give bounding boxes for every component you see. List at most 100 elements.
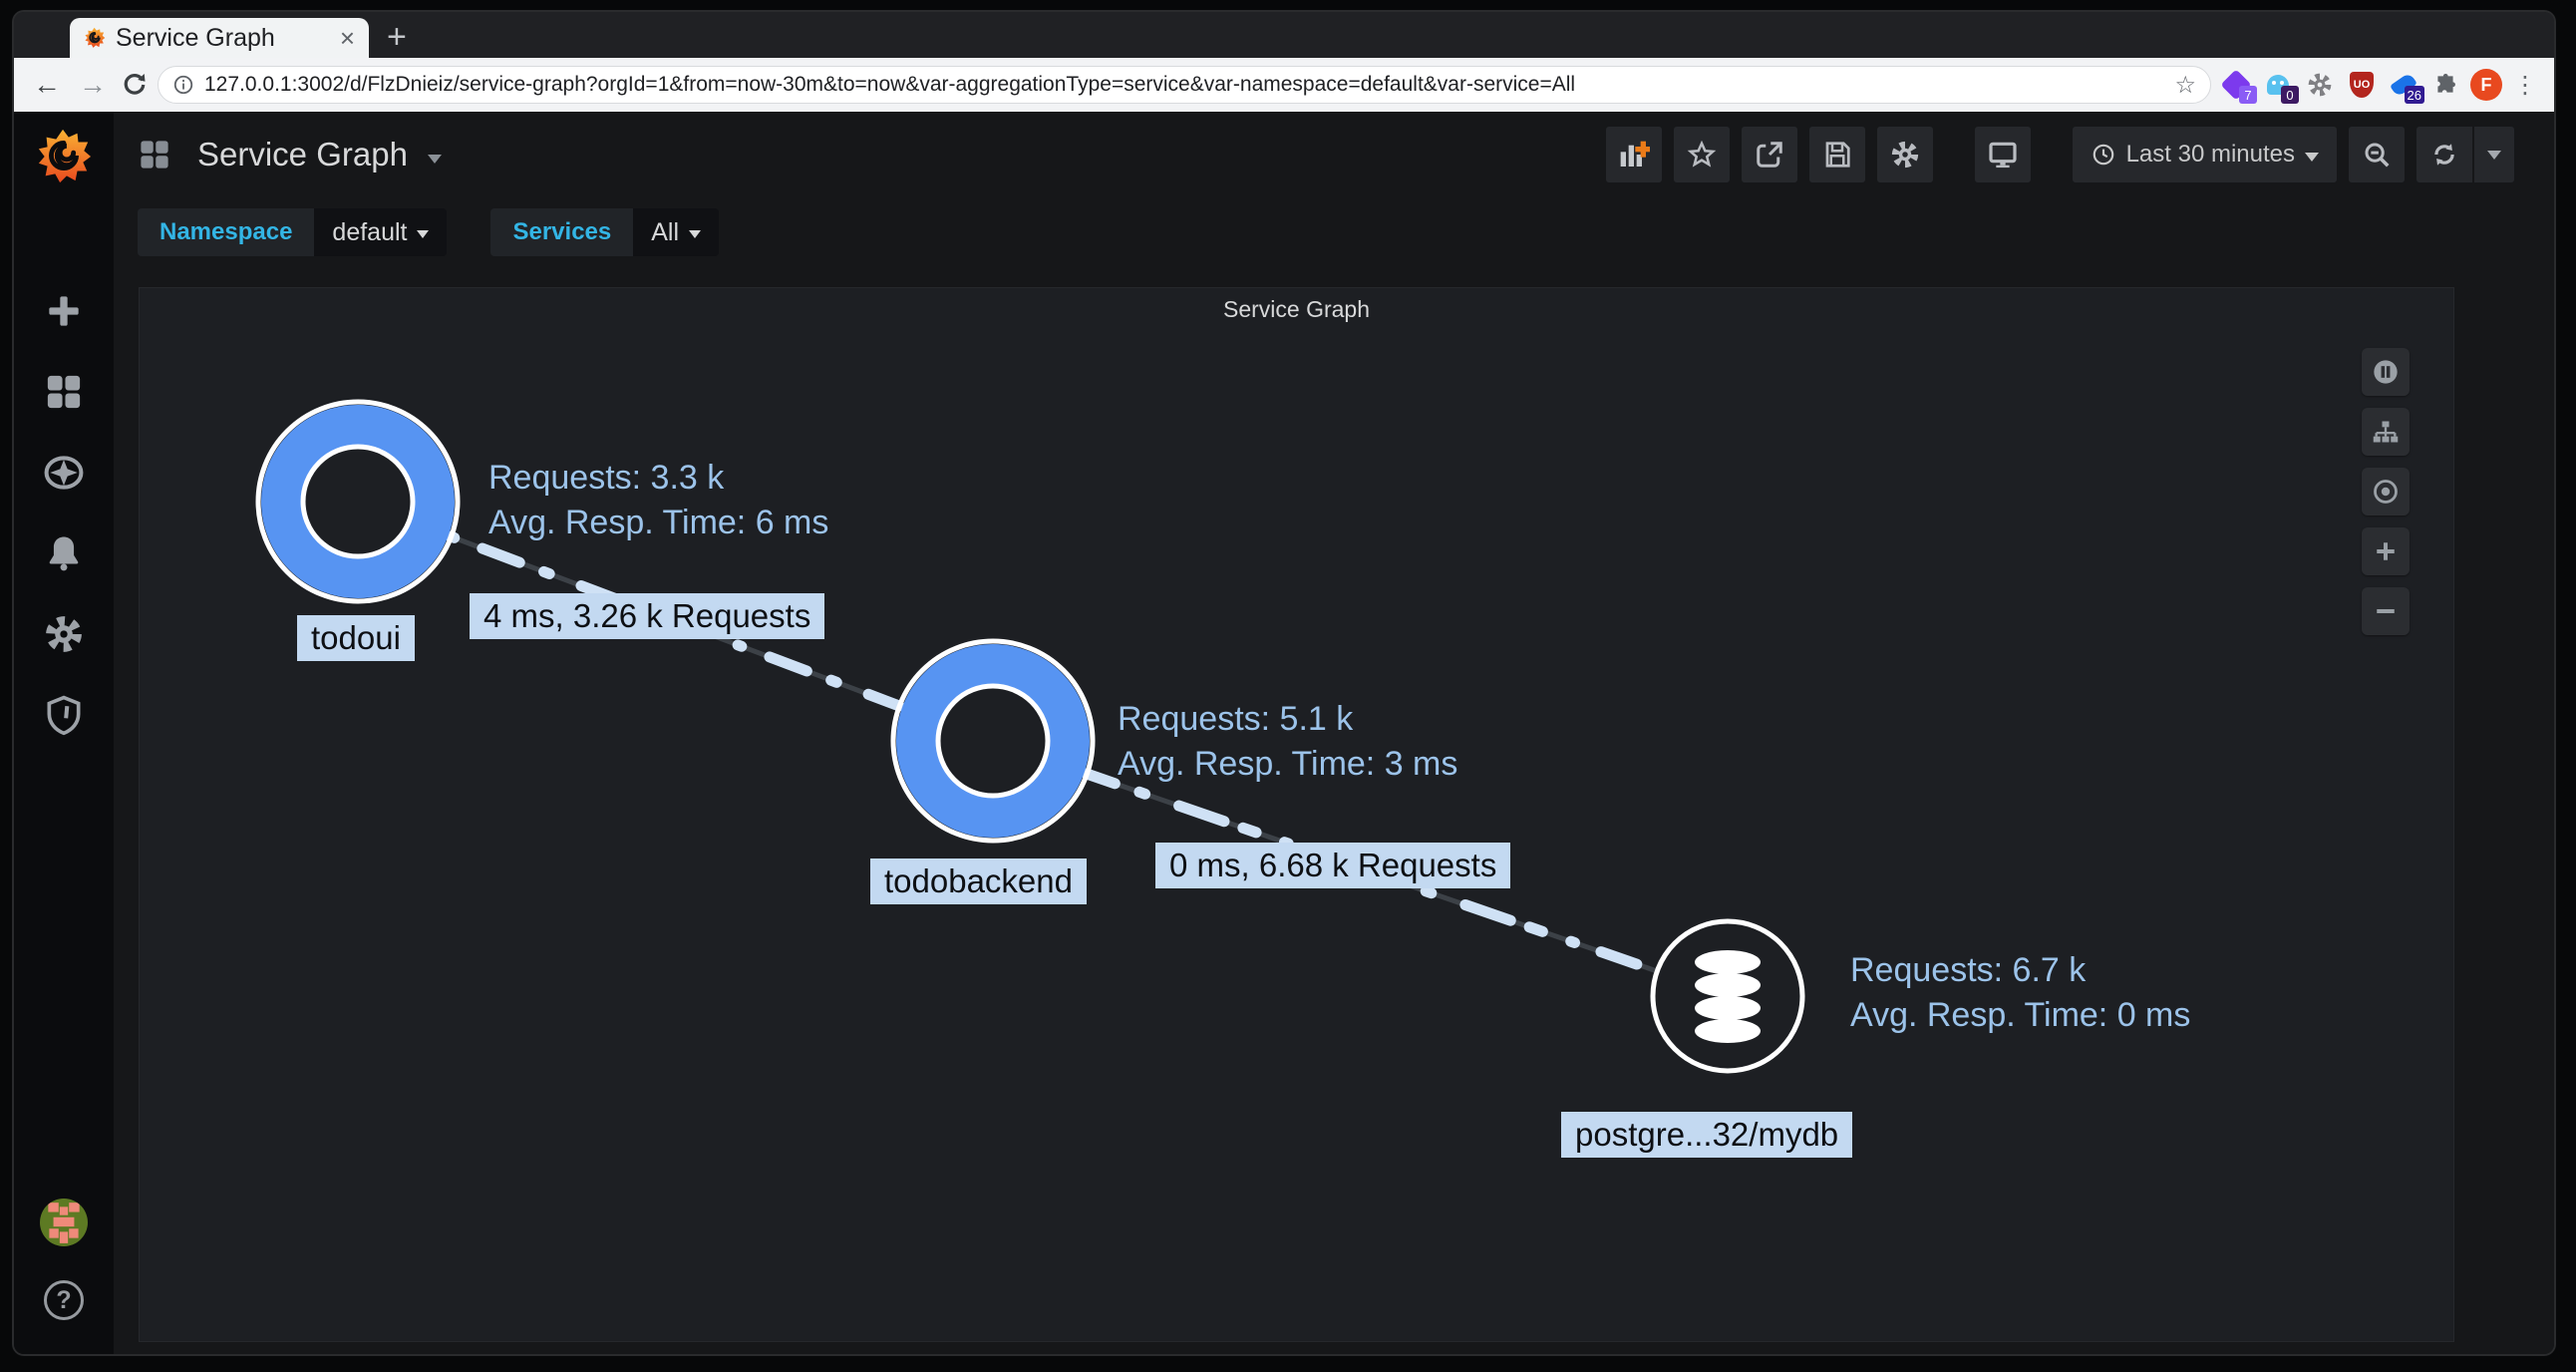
zoom-out-time-button[interactable] (2349, 127, 2405, 182)
time-range-label: Last 30 minutes (2126, 141, 2295, 169)
clock-icon (2091, 142, 2116, 168)
bell-icon (42, 531, 86, 575)
browser-window: Service Graph × + ← → 127.0.0.1:3002/d/F… (14, 12, 2554, 1354)
extension-shield-icon[interactable]: UO (2345, 68, 2379, 102)
edge-label-todobackend-postgres: 0 ms, 6.68 k Requests (1155, 843, 1510, 888)
help-icon[interactable]: ? (44, 1280, 84, 1320)
share-dashboard-button[interactable] (1742, 127, 1797, 182)
plus-icon (2372, 537, 2400, 565)
edge-label-todoui-todobackend: 4 ms, 3.26 k Requests (470, 593, 824, 639)
info-icon[interactable] (172, 74, 194, 96)
refresh-caret-icon (2487, 151, 2501, 160)
sidebar-item-dashboards[interactable] (42, 370, 86, 419)
grafana-logo[interactable] (35, 128, 93, 185)
browser-toolbar: ← → 127.0.0.1:3002/d/FlzDnieiz/service-g… (14, 58, 2554, 112)
pause-layout-button[interactable] (2362, 348, 2410, 396)
services-variable: Services All (490, 208, 719, 256)
share-icon (1755, 140, 1784, 170)
postgres-avg-resp: Avg. Resp. Time: 0 ms (1850, 993, 2190, 1038)
pause-circle-icon (2372, 358, 2400, 386)
refresh-icon (2429, 140, 2459, 170)
refresh-dashboard-button[interactable] (2416, 127, 2472, 182)
monitor-icon (1987, 139, 2019, 171)
postgres-requests: Requests: 6.7 k (1850, 948, 2190, 993)
variables-submenu: Namespace default Services All (114, 197, 2554, 259)
zoom-in-button[interactable] (2362, 527, 2410, 575)
save-icon (1822, 140, 1852, 170)
todoui-avg-resp: Avg. Resp. Time: 6 ms (488, 501, 828, 545)
puzzle-shape (2432, 72, 2458, 98)
namespace-dropdown[interactable]: default (314, 208, 447, 256)
node-label-todoui: todoui (297, 615, 415, 661)
extensions-puzzle-icon[interactable] (2428, 68, 2462, 102)
services-caret-icon (689, 230, 701, 238)
settings-gear-icon (1890, 140, 1920, 170)
minus-icon (2372, 597, 2400, 625)
gem-badge: 7 (2239, 86, 2257, 104)
shield-icon (42, 693, 86, 737)
sidebar-item-explore[interactable] (42, 451, 86, 500)
sidebar-item-configuration[interactable] (42, 612, 86, 661)
services-label: Services (490, 208, 633, 256)
namespace-variable: Namespace default (138, 208, 447, 256)
postgres-metrics: Requests: 6.7 k Avg. Resp. Time: 0 ms (1850, 948, 2190, 1038)
hierarchy-icon (2372, 418, 2400, 446)
sidebar-item-create[interactable] (42, 289, 86, 338)
main-area: Service Graph (114, 112, 2554, 1354)
user-avatar[interactable] (40, 1199, 88, 1246)
refresh-interval-dropdown[interactable] (2474, 127, 2514, 182)
ghost-badge: 0 (2281, 86, 2299, 104)
browser-menu-icon[interactable]: ⋮ (2510, 71, 2540, 100)
dashboard-header: Service Graph (114, 112, 2554, 197)
todoui-requests: Requests: 3.3 k (488, 456, 828, 501)
todoui-metrics: Requests: 3.3 k Avg. Resp. Time: 6 ms (488, 456, 828, 545)
address-bar[interactable]: 127.0.0.1:3002/d/FlzDnieiz/service-graph… (158, 66, 2211, 104)
node-label-todobackend: todobackend (870, 858, 1087, 904)
bookmark-star-icon[interactable]: ☆ (2174, 71, 2196, 100)
pen-badge: 26 (2405, 86, 2424, 104)
browser-profile-avatar[interactable]: F (2470, 69, 2502, 101)
tab-close-icon[interactable]: × (340, 25, 355, 51)
node-todobackend[interactable] (893, 641, 1093, 841)
extension-gear-icon[interactable] (2303, 68, 2337, 102)
dashboard-grid-icon[interactable] (136, 136, 173, 173)
extension-pen-icon[interactable]: 26 (2387, 68, 2420, 102)
namespace-caret-icon (417, 230, 429, 238)
new-tab-button[interactable]: + (387, 20, 407, 54)
extension-ghost-icon[interactable]: 0 (2261, 68, 2295, 102)
tab-title: Service Graph (116, 24, 330, 53)
dashboard-settings-button[interactable] (1877, 127, 1933, 182)
browser-tab[interactable]: Service Graph × (70, 18, 369, 58)
fit-to-center-button[interactable] (2362, 468, 2410, 515)
plus-icon (42, 289, 86, 333)
forward-icon[interactable]: → (74, 69, 112, 101)
services-dropdown[interactable]: All (633, 208, 719, 256)
save-dashboard-button[interactable] (1809, 127, 1865, 182)
time-range-picker[interactable]: Last 30 minutes (2073, 127, 2337, 182)
dashboard-title[interactable]: Service Graph (197, 136, 408, 173)
header-toolbar: Last 30 minutes (1606, 127, 2514, 182)
node-postgres[interactable] (1653, 921, 1802, 1071)
service-graph-panel: Service Graph (139, 287, 2454, 1342)
services-value: All (651, 218, 679, 247)
add-panel-button[interactable] (1606, 127, 1662, 182)
sidebar-item-server-admin[interactable] (42, 693, 86, 742)
dashboards-grid-icon (42, 370, 86, 414)
sidebar-item-alerting[interactable] (42, 531, 86, 580)
tab-strip: Service Graph × + (14, 12, 2554, 58)
cycle-view-mode-button[interactable] (1975, 127, 2031, 182)
extension-gem-icon[interactable]: 7 (2219, 68, 2253, 102)
shield-shape: UO (2350, 72, 2374, 98)
todobackend-avg-resp: Avg. Resp. Time: 3 ms (1118, 742, 1457, 787)
dashboard-title-caret-icon[interactable] (428, 155, 442, 164)
star-dashboard-button[interactable] (1674, 127, 1730, 182)
layout-hierarchy-button[interactable] (2362, 408, 2410, 456)
back-icon[interactable]: ← (28, 69, 66, 101)
reload-icon[interactable] (120, 70, 150, 100)
url-text[interactable]: 127.0.0.1:3002/d/FlzDnieiz/service-graph… (204, 73, 2164, 97)
node-todoui[interactable] (258, 402, 458, 601)
zoom-out-button[interactable] (2362, 587, 2410, 635)
time-range-caret-icon (2305, 153, 2319, 162)
service-graph-canvas (140, 288, 2454, 1342)
todobackend-requests: Requests: 5.1 k (1118, 697, 1457, 742)
